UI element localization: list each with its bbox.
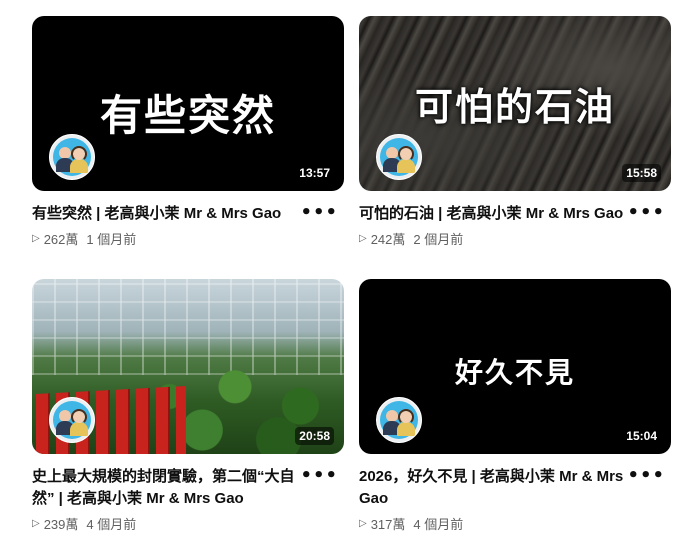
video-title[interactable]: 史上最大規模的封閉實驗，第二個“大自然” | 老高與小茉 Mr & Mrs Ga…: [32, 466, 314, 510]
thumbnail-title-text: 可怕的石油: [414, 85, 615, 129]
video-title[interactable]: 有些突然 | 老高與小茉 Mr & Mrs Gao: [32, 203, 314, 225]
upload-age: 4 個月前: [86, 517, 137, 532]
video-title[interactable]: 2026，好久不見 | 老高與小茉 Mr & Mrs Gao: [359, 466, 641, 510]
video-thumbnail[interactable]: 有些突然 13:57: [32, 16, 344, 191]
more-vert-icon[interactable]: •••: [300, 467, 338, 485]
duration-badge: 20:58: [295, 427, 334, 445]
view-count: 239萬: [43, 517, 79, 532]
video-stats: ▷ 242萬 2 個月前: [359, 229, 641, 248]
thumbnail-title-text: 有些突然: [99, 91, 276, 140]
play-triangle-icon: ▷: [32, 518, 40, 529]
video-card[interactable]: 好久不見 15:04 2026，好久不見 | 老高與小茉 Mr & Mrs Ga…: [359, 279, 671, 533]
view-count: 317萬: [370, 517, 406, 532]
channel-avatar[interactable]: [49, 134, 95, 180]
video-card[interactable]: 20:58 史上最大規模的封閉實驗，第二個“大自然” | 老高與小茉 Mr & …: [32, 279, 344, 533]
video-thumbnail[interactable]: 20:58: [32, 279, 344, 454]
video-stats: ▷ 317萬 4 個月前: [359, 514, 641, 533]
channel-avatar[interactable]: [49, 397, 95, 443]
video-stats: ▷ 262萬 1 個月前: [32, 229, 314, 248]
video-card[interactable]: 可怕的石油 15:58 可怕的石油 | 老高與小茉 Mr & Mrs Gao •…: [359, 16, 671, 248]
upload-age: 4 個月前: [413, 517, 464, 532]
duration-badge: 15:04: [622, 427, 661, 445]
thumbnail-title-text: 好久不見: [454, 356, 575, 389]
duration-badge: 15:58: [622, 164, 661, 182]
play-triangle-icon: ▷: [359, 518, 367, 529]
video-thumbnail[interactable]: 可怕的石油 15:58: [359, 16, 671, 191]
video-stats: ▷ 239萬 4 個月前: [32, 514, 314, 533]
upload-age: 1 個月前: [86, 232, 137, 247]
play-triangle-icon: ▷: [32, 233, 40, 244]
channel-avatar[interactable]: [376, 397, 422, 443]
play-triangle-icon: ▷: [359, 233, 367, 244]
view-count: 242萬: [370, 232, 406, 247]
video-title[interactable]: 可怕的石油 | 老高與小茉 Mr & Mrs Gao: [359, 203, 641, 225]
duration-badge: 13:57: [295, 164, 334, 182]
more-vert-icon[interactable]: •••: [300, 204, 338, 222]
channel-avatar[interactable]: [376, 134, 422, 180]
view-count: 262萬: [43, 232, 79, 247]
more-vert-icon[interactable]: •••: [627, 204, 665, 222]
video-thumbnail[interactable]: 好久不見 15:04: [359, 279, 671, 454]
more-vert-icon[interactable]: •••: [627, 467, 665, 485]
upload-age: 2 個月前: [413, 232, 464, 247]
video-card[interactable]: 有些突然 13:57 有些突然 | 老高與小茉 Mr & Mrs Gao •••…: [32, 16, 344, 248]
